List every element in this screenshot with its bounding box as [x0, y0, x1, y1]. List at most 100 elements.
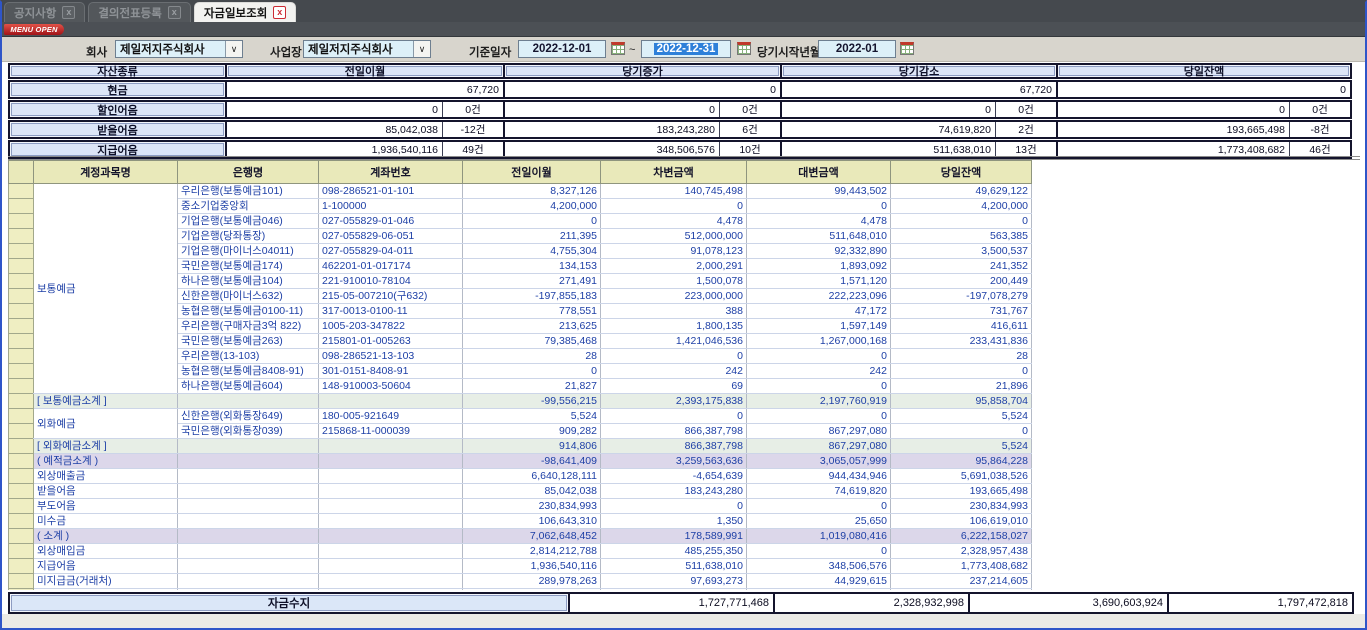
amount-cell: 21,896: [891, 379, 1032, 394]
date-to-input[interactable]: 2022-12-31: [641, 40, 731, 58]
grid-row[interactable]: [9, 589, 1032, 591]
row-selector-cell[interactable]: [9, 394, 34, 409]
row-selector-cell[interactable]: [9, 229, 34, 244]
workplace-value: 제일저지주식회사: [304, 41, 413, 57]
period-start-input[interactable]: 2022-01: [818, 40, 896, 58]
grid-row[interactable]: 외상매출금6,640,128,111-4,654,639944,434,9465…: [9, 469, 1032, 484]
row-selector-cell[interactable]: [9, 589, 34, 591]
amount-cell: 4,755,304: [463, 244, 601, 259]
grid-row[interactable]: 외상매입금2,814,212,788485,255,35002,328,957,…: [9, 544, 1032, 559]
chevron-down-icon[interactable]: ∨: [413, 41, 430, 57]
amount-cell: -197,855,183: [463, 289, 601, 304]
amount-cell: -4,654,639: [601, 469, 747, 484]
account-name-cell: 미지급금(거래처): [34, 574, 178, 589]
company-select[interactable]: 제일저지주식회사 ∨: [115, 40, 243, 58]
row-selector-cell[interactable]: [9, 499, 34, 514]
grid-row[interactable]: 부도어음230,834,99300230,834,993: [9, 499, 1032, 514]
amount-cell: 8,327,126: [463, 184, 601, 199]
tab-active[interactable]: 자금일보조회x: [194, 2, 296, 22]
bank-name-cell: 우리은행(구매자금3억 822): [178, 319, 319, 334]
row-selector-cell[interactable]: [9, 454, 34, 469]
amount-cell: 0: [747, 199, 891, 214]
row-selector-cell[interactable]: [9, 529, 34, 544]
calendar-icon[interactable]: [611, 42, 625, 55]
grid-body: 보통예금우리은행(보통예금101)098-286521-01-1018,327,…: [9, 184, 1032, 591]
bank-name-cell: 국민은행(보통예금263): [178, 334, 319, 349]
row-selector-cell[interactable]: [9, 184, 34, 199]
row-selector-cell[interactable]: [9, 244, 34, 259]
row-selector-cell[interactable]: [9, 334, 34, 349]
grid-row[interactable]: [ 보통예금소계 ]-99,556,2152,393,175,8382,197,…: [9, 394, 1032, 409]
account-number-cell: 1-100000: [319, 199, 463, 214]
amount-cell: 944,434,946: [747, 469, 891, 484]
row-selector-cell[interactable]: [9, 289, 34, 304]
grid-row[interactable]: 미수금106,643,3101,35025,650106,619,010: [9, 514, 1032, 529]
summary-count: -12건: [442, 122, 503, 137]
summary-value-cell: 00건: [1056, 100, 1352, 119]
tab-inactive[interactable]: 공지사항x: [4, 2, 85, 22]
grid-row[interactable]: 지급어음1,936,540,116511,638,010348,506,5761…: [9, 559, 1032, 574]
amount-cell: 4,200,000: [463, 199, 601, 214]
fund-balance-balance: 1,797,472,818: [1167, 592, 1354, 614]
row-selector-cell[interactable]: [9, 439, 34, 454]
row-selector-cell[interactable]: [9, 544, 34, 559]
account-number-cell: 1005-203-347822: [319, 319, 463, 334]
main-grid: 계정과목명은행명계좌번호전일이월차변금액대변금액당일잔액 보통예금우리은행(보통…: [8, 160, 1033, 590]
tab-label: 결의전표등록: [98, 5, 161, 21]
row-selector-cell[interactable]: [9, 274, 34, 289]
row-selector-cell[interactable]: [9, 559, 34, 574]
account-number-cell: [319, 514, 463, 529]
grid-header-cell: 은행명: [178, 161, 319, 184]
chevron-down-icon[interactable]: ∨: [225, 41, 242, 57]
grid-row[interactable]: 외화예금신한은행(외화통장649)180-005-9216495,524005,…: [9, 409, 1032, 424]
grid-row[interactable]: ( 예적금소계 )-98,641,4093,259,563,6363,065,0…: [9, 454, 1032, 469]
tab-close-icon[interactable]: x: [62, 6, 75, 19]
row-selector-cell[interactable]: [9, 319, 34, 334]
calendar-icon[interactable]: [900, 42, 914, 55]
grid-row[interactable]: [ 외화예금소계 ]914,806866,387,798867,297,0805…: [9, 439, 1032, 454]
amount-cell: 25,650: [747, 514, 891, 529]
row-selector-cell[interactable]: [9, 409, 34, 424]
row-selector-cell[interactable]: [9, 214, 34, 229]
summary-amount: 85,042,038: [227, 124, 442, 136]
row-selector-cell[interactable]: [9, 424, 34, 439]
row-selector-cell[interactable]: [9, 514, 34, 529]
row-selector-cell[interactable]: [9, 199, 34, 214]
menu-open-button[interactable]: MENU OPEN: [4, 24, 64, 35]
summary-count: 0건: [442, 102, 503, 117]
row-selector-cell[interactable]: [9, 259, 34, 274]
amount-cell: 4,200,000: [891, 199, 1032, 214]
amount-cell: 92,332,890: [747, 244, 891, 259]
account-number-cell: [319, 484, 463, 499]
row-selector-cell[interactable]: [9, 469, 34, 484]
summary-row[interactable]: 현금67,720067,7200: [8, 80, 1360, 99]
amount-cell: 0: [601, 409, 747, 424]
tab-close-icon[interactable]: x: [168, 6, 181, 19]
grid-row[interactable]: 받을어음85,042,038183,243,28074,619,820193,6…: [9, 484, 1032, 499]
row-selector-cell[interactable]: [9, 574, 34, 589]
grid-header: 계정과목명은행명계좌번호전일이월차변금액대변금액당일잔액: [9, 161, 1032, 184]
workplace-select[interactable]: 제일저지주식회사 ∨: [303, 40, 431, 58]
row-selector-cell[interactable]: [9, 349, 34, 364]
amount-cell: 485,255,350: [601, 544, 747, 559]
grid-row[interactable]: ( 소계 )7,062,648,452178,589,9911,019,080,…: [9, 529, 1032, 544]
amount-cell: 0: [891, 214, 1032, 229]
row-selector-cell[interactable]: [9, 364, 34, 379]
date-from-input[interactable]: 2022-12-01: [518, 40, 606, 58]
summary-row[interactable]: 할인어음00건00건00건00건: [8, 100, 1360, 119]
calendar-icon[interactable]: [737, 42, 751, 55]
row-selector-cell[interactable]: [9, 484, 34, 499]
amount-cell: 0: [601, 199, 747, 214]
row-selector-cell[interactable]: [9, 379, 34, 394]
tab-close-icon[interactable]: x: [273, 6, 286, 19]
grid-row[interactable]: 보통예금우리은행(보통예금101)098-286521-01-1018,327,…: [9, 184, 1032, 199]
amount-cell: 95,858,704: [891, 394, 1032, 409]
grid-row[interactable]: 미지급금(거래처)289,978,26397,693,27344,929,615…: [9, 574, 1032, 589]
amount-cell: 0: [747, 499, 891, 514]
summary-amount: 0: [782, 104, 995, 116]
grid-header-cell: 전일이월: [463, 161, 601, 184]
summary-row[interactable]: 받을어음85,042,038-12건183,243,2806건74,619,82…: [8, 120, 1360, 139]
bank-name-cell: [178, 544, 319, 559]
row-selector-cell[interactable]: [9, 304, 34, 319]
tab-inactive[interactable]: 결의전표등록 x: [88, 2, 190, 22]
